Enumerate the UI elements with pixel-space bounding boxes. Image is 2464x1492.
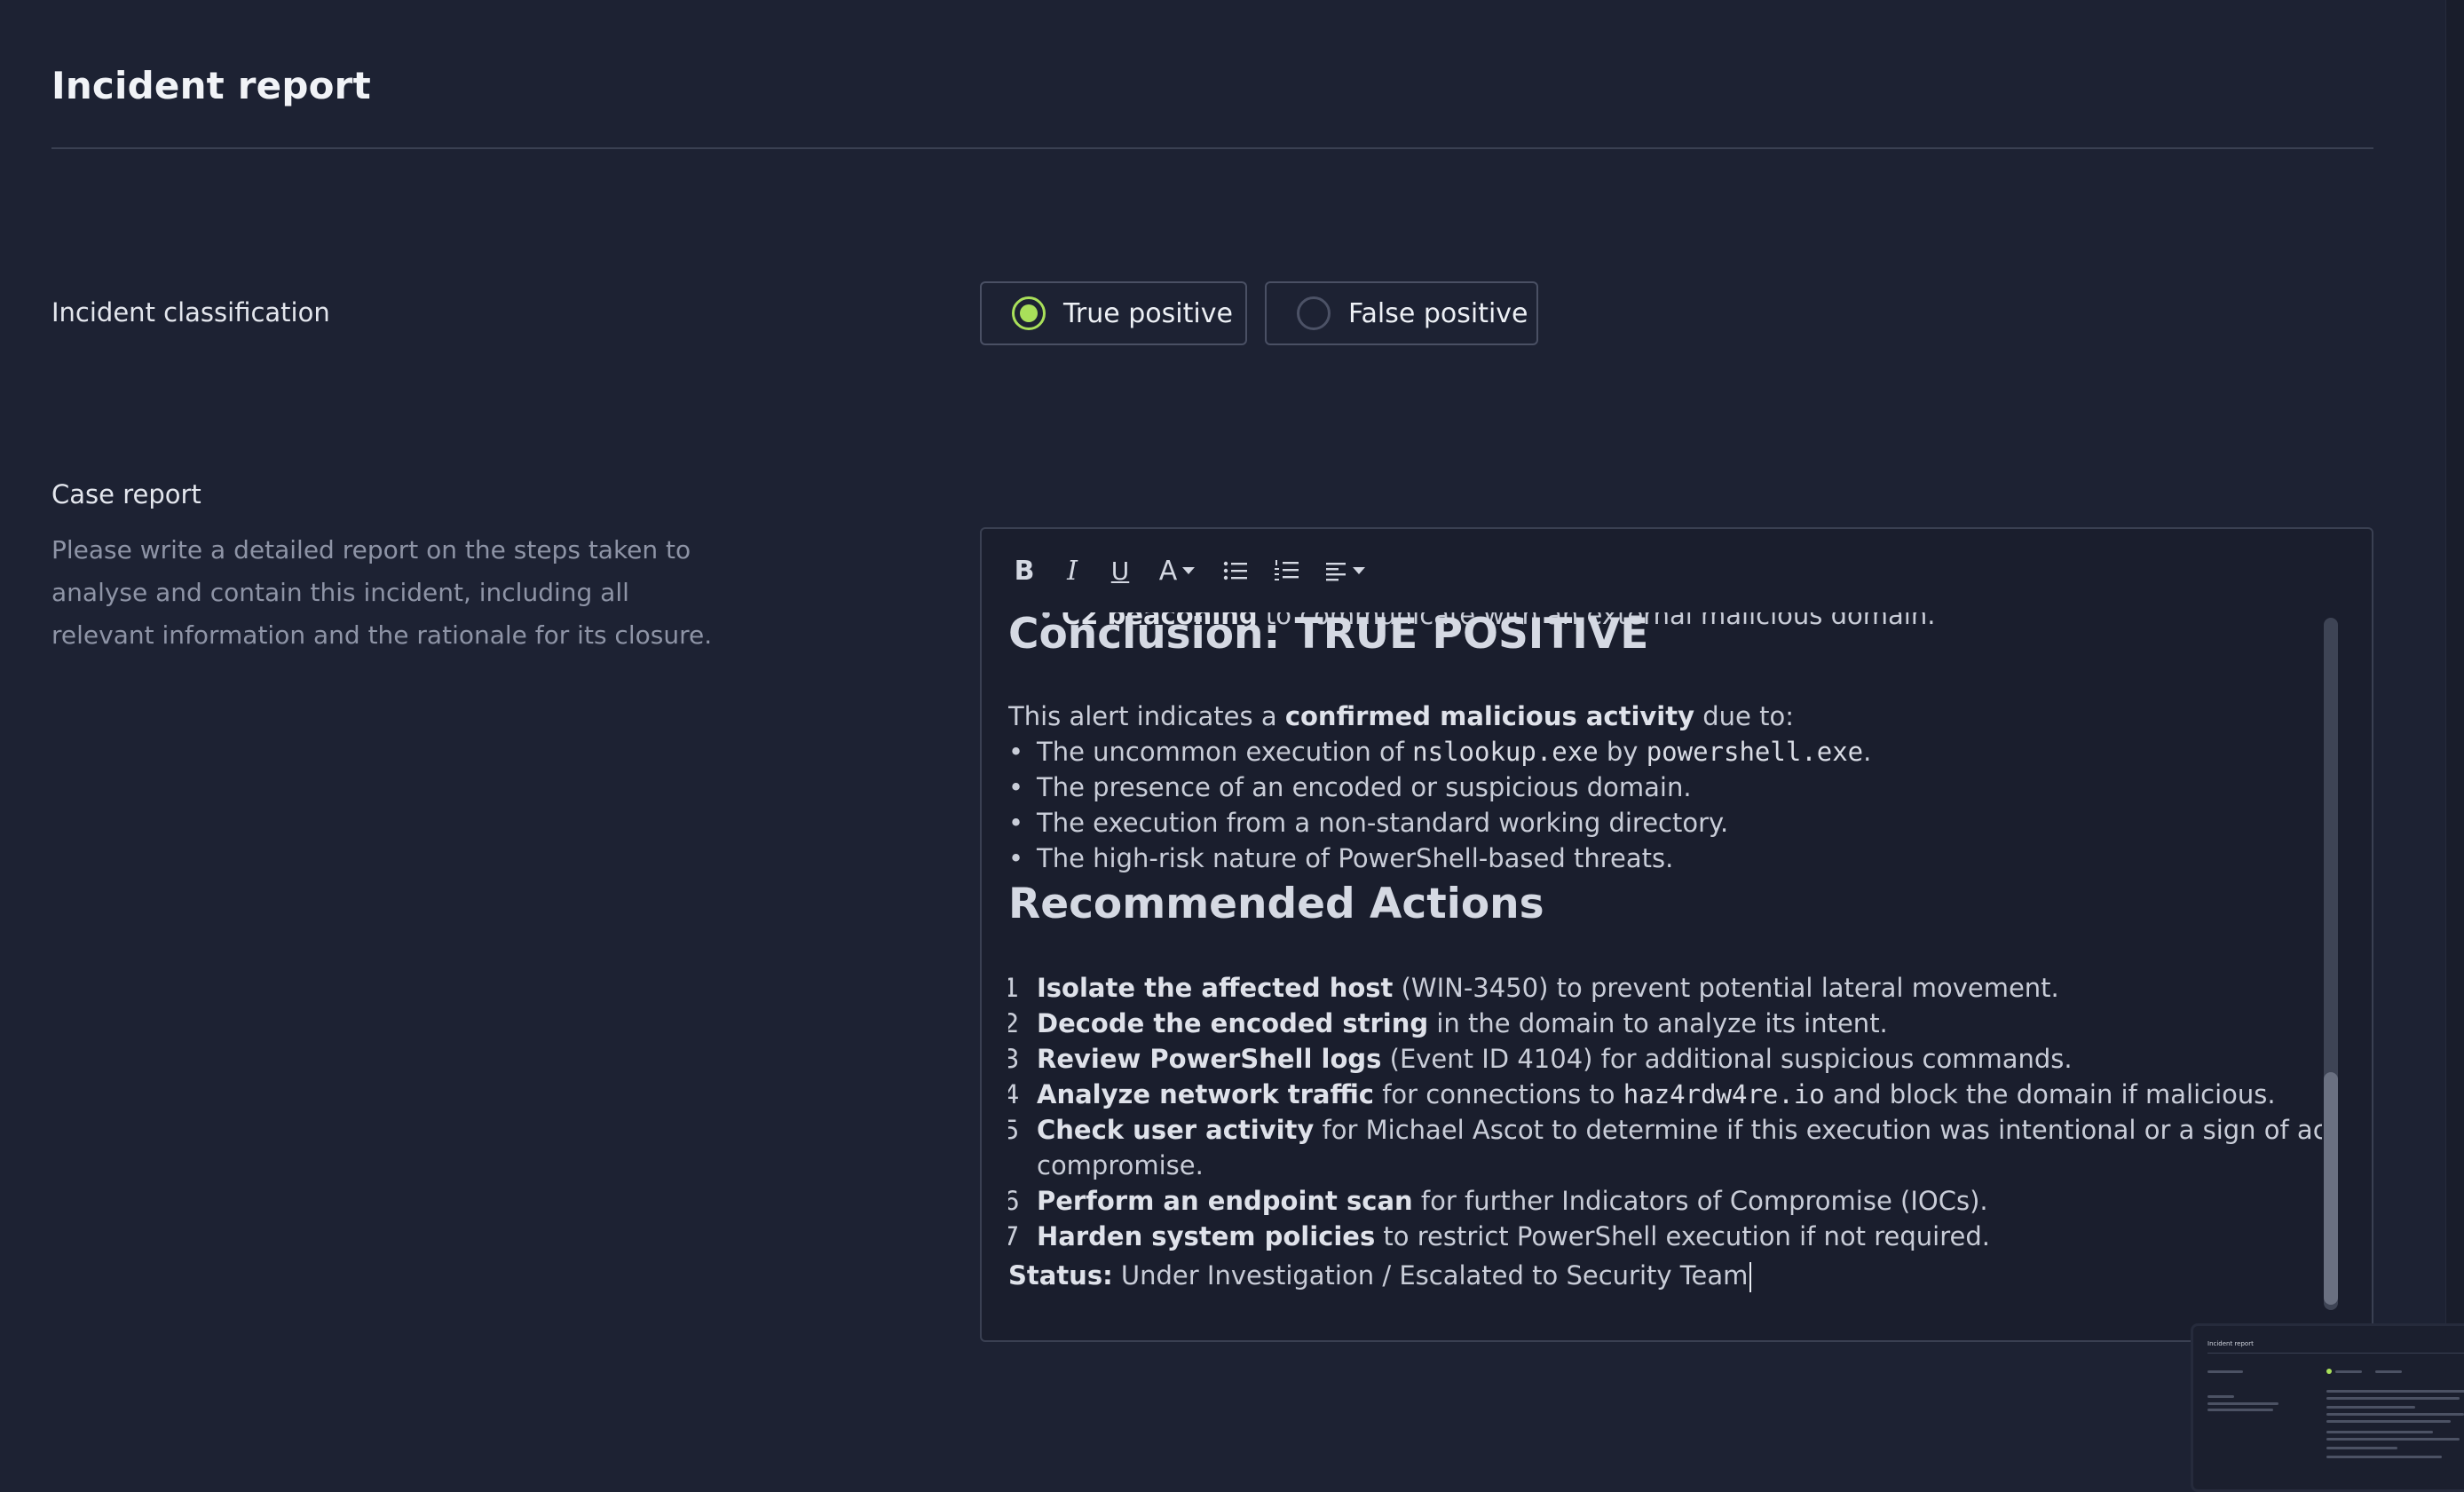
chevron-down-icon [1353,567,1365,574]
status-line: Status: Under Investigation / Escalated … [1008,1258,1752,1293]
preview-line [2207,1402,2278,1405]
text-cursor [1749,1262,1752,1292]
preview-line [2326,1406,2415,1409]
preview-line [2326,1456,2442,1458]
text-color-glyph: A [1158,555,1178,587]
preview-line [2326,1420,2451,1423]
action-item: 5.Check user activity for Michael Ascot … [1008,1115,2322,1145]
false-positive-label: False positive [1348,297,1528,329]
title-divider [51,147,2373,149]
radio-unchecked-icon[interactable] [1297,296,1331,330]
preview-divider [2207,1353,2464,1354]
preview-line [2326,1447,2397,1449]
action-item: 4.Analyze network traffic for connection… [1008,1079,2276,1109]
preview-line [2207,1409,2273,1411]
action-item: 7.Harden system policies to restrict Pow… [1008,1221,1990,1251]
action-item-wrap: compromise. [1037,1150,1204,1180]
underline-icon[interactable]: U [1104,553,1136,588]
editor-content[interactable]: C2 beaconing to communicate with an exte… [1008,612,2322,1331]
preview-line [2207,1370,2243,1373]
preview-line [2326,1390,2464,1393]
conclusion-item: The high-risk nature of PowerShell-based… [1008,841,1673,876]
bullet-list-icon[interactable] [1218,553,1253,588]
incident-report-page: Incident report Incident classification … [0,0,2464,1492]
preview-line [2207,1395,2234,1398]
preview-line [2375,1370,2402,1373]
page-title: Incident report [51,64,371,107]
editor-scrollbar[interactable] [2324,618,2338,1310]
editor-toolbar: B I U A [982,529,2372,612]
true-positive-option[interactable]: True positive [980,281,1247,345]
action-item: 2.Decode the encoded string in the domai… [1008,1008,1888,1038]
italic-icon[interactable]: I [1056,553,1088,588]
chevron-down-icon [1182,567,1196,574]
case-report-editor[interactable]: B I U A C2 beaconing to communicate with… [980,527,2373,1342]
numbered-list-icon[interactable] [1269,553,1305,588]
editor-scrollbar-thumb[interactable] [2324,1072,2338,1305]
action-item: 3.Review PowerShell logs (Event ID 4104)… [1008,1044,2073,1074]
conclusion-intro: This alert indicates a confirmed malicio… [1008,701,1794,731]
conclusion-item: The presence of an encoded or suspicious… [1008,770,1692,805]
preview-line [2335,1370,2362,1373]
text-color-icon[interactable]: A [1152,553,1202,588]
radio-checked-icon[interactable] [1012,296,1046,330]
classification-label: Incident classification [51,297,330,328]
preview-line [2326,1438,2460,1441]
false-positive-option[interactable]: False positive [1265,281,1538,345]
action-item: 1.Isolate the affected host (WIN-3450) t… [1008,973,2059,1003]
actions-heading: Recommended Actions [1008,880,1544,928]
case-report-helper: Please write a detailed report on the st… [51,535,713,650]
true-positive-label: True positive [1063,297,1233,329]
screenshot-preview-thumbnail[interactable]: Incident report [2191,1323,2464,1492]
case-report-label: Case report [51,479,201,509]
action-item: 6.Perform an endpoint scan for further I… [1008,1186,1988,1216]
preview-radio-icon [2326,1369,2332,1374]
preview-line [2326,1397,2460,1400]
align-icon[interactable] [1321,553,1370,588]
bold-icon[interactable]: B [1008,553,1040,588]
conclusion-item: The uncommon execution of nslookup.exe b… [1008,734,1871,770]
preview-line [2326,1431,2433,1433]
window-edge [2445,0,2464,1482]
conclusion-heading: Conclusion: TRUE POSITIVE [1008,612,1649,659]
preview-line [2326,1413,2464,1416]
preview-title: Incident report [2207,1340,2254,1347]
conclusion-item: The execution from a non-standard workin… [1008,805,1728,841]
